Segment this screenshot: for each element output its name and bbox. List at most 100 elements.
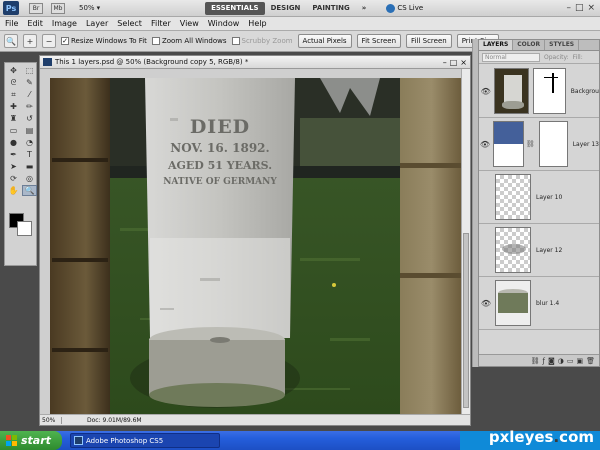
workspace-design[interactable]: DESIGN <box>265 2 307 15</box>
healing-brush-icon[interactable]: ✚ <box>6 101 21 112</box>
close-icon[interactable]: × <box>587 3 595 13</box>
menu-layer[interactable]: Layer <box>86 19 108 28</box>
link-icon: ⛓ <box>525 140 535 148</box>
eyedropper-tool-icon[interactable]: ⁄ <box>22 89 37 100</box>
crop-tool-icon[interactable]: ⌗ <box>6 89 21 100</box>
zoom-in-icon[interactable]: + <box>23 34 37 48</box>
resize-windows-checkbox[interactable]: ✓ Resize Windows To Fit <box>61 37 147 45</box>
zoom-tool-icon[interactable]: 🔍 <box>22 185 37 196</box>
fill-screen-button[interactable]: Fill Screen <box>406 34 452 48</box>
lasso-tool-icon[interactable]: ᘓ <box>6 77 21 88</box>
maximize-icon[interactable]: □ <box>450 58 458 67</box>
layer-row[interactable]: 👁 Backgrou <box>479 65 599 118</box>
zoom-out-icon[interactable]: − <box>42 34 56 48</box>
menu-view[interactable]: View <box>180 19 199 28</box>
menu-file[interactable]: File <box>5 19 18 28</box>
bridge-button[interactable]: Br <box>29 2 43 14</box>
menu-help[interactable]: Help <box>248 19 266 28</box>
color-swatches <box>9 213 33 237</box>
scrollbar-thumb[interactable] <box>463 233 469 408</box>
fit-screen-button[interactable]: Fit Screen <box>356 34 402 48</box>
document-tab[interactable]: This 1 layers.psd @ 50% (Background copy… <box>40 56 470 69</box>
scrubby-zoom-checkbox[interactable]: Scrubby Zoom <box>231 37 293 45</box>
blend-mode-select[interactable]: Normal <box>482 52 540 62</box>
3d-orbit-icon[interactable]: ◎ <box>22 173 37 184</box>
zoom-all-label: Zoom All Windows <box>161 37 227 45</box>
layer-row[interactable]: 👁 blur 1.4 <box>479 277 599 330</box>
start-button[interactable]: start <box>0 431 62 450</box>
menu-select[interactable]: Select <box>117 19 142 28</box>
status-zoom[interactable]: 50% <box>40 416 62 424</box>
dodge-tool-icon[interactable]: ◔ <box>22 137 37 148</box>
background-color-swatch[interactable] <box>17 221 32 236</box>
new-layer-icon[interactable]: ▣ <box>576 357 583 365</box>
minimize-icon[interactable]: – <box>566 3 571 13</box>
layer-row[interactable]: 👁 ⛓ Layer 13 <box>479 118 599 171</box>
status-doc-size[interactable]: Doc: 9.01M/89.6M <box>62 417 142 424</box>
actual-pixels-button[interactable]: Actual Pixels <box>297 34 352 48</box>
tab-layers[interactable]: LAYERS <box>479 40 514 50</box>
tab-color[interactable]: COLOR <box>513 40 546 50</box>
zoom-level-value: 50% <box>79 4 95 12</box>
layer-thumbnail <box>495 280 531 326</box>
new-group-icon[interactable]: ▭ <box>567 357 574 365</box>
3d-rotate-icon[interactable]: ⟳ <box>6 173 21 184</box>
taskbar-item-photoshop[interactable]: Adobe Photoshop CS5 <box>70 433 220 448</box>
scrubby-zoom-label: Scrubby Zoom <box>241 37 293 45</box>
path-select-icon[interactable]: ➤ <box>6 161 21 172</box>
brush-tool-icon[interactable]: ✏ <box>22 101 37 112</box>
layers-panel-footer: ⛓ ƒ ◙ ◑ ▭ ▣ 🗑 <box>479 354 599 366</box>
maximize-icon[interactable]: □ <box>575 3 584 13</box>
vertical-scrollbar[interactable] <box>461 69 470 415</box>
zoom-all-windows-checkbox[interactable]: Zoom All Windows <box>151 37 227 45</box>
eye-icon[interactable]: 👁 <box>479 299 493 308</box>
pen-tool-icon[interactable]: ✒ <box>6 149 21 160</box>
cs-live-button[interactable]: CS Live <box>386 3 423 13</box>
gradient-tool-icon[interactable]: ▤ <box>22 125 37 136</box>
menu-image[interactable]: Image <box>52 19 77 28</box>
eye-hidden-icon[interactable]: ▢ <box>479 193 493 202</box>
menu-filter[interactable]: Filter <box>151 19 171 28</box>
layer-row[interactable]: ▢ Layer 12 <box>479 224 599 277</box>
workspace-essentials[interactable]: ESSENTIALS <box>205 1 265 15</box>
close-icon[interactable]: × <box>460 58 467 67</box>
mini-bridge-button[interactable]: Mb <box>51 2 65 14</box>
photoshop-icon <box>74 436 83 445</box>
clone-stamp-icon[interactable]: ♜ <box>6 113 21 124</box>
history-brush-icon[interactable]: ↺ <box>22 113 37 124</box>
workspace-painting[interactable]: PAINTING <box>306 2 355 15</box>
link-layers-icon[interactable]: ⛓ <box>531 357 540 365</box>
zoom-tool-preset-icon[interactable]: 🔍 <box>4 34 18 48</box>
stone-text-date: NOV. 16. 1892. <box>170 141 270 155</box>
tab-styles[interactable]: STYLES <box>545 40 580 50</box>
adjustment-layer-icon[interactable]: ◑ <box>558 357 564 365</box>
fill-label: Fill: <box>572 53 583 61</box>
layer-name: Layer 13 <box>572 140 599 148</box>
shape-tool-icon[interactable]: ▬ <box>22 161 37 172</box>
menu-window[interactable]: Window <box>208 19 240 28</box>
watermark-part-b: com <box>559 428 594 446</box>
image-canvas[interactable]: DIED NOV. 16. 1892. AGED 51 YEARS. NATIV… <box>50 78 463 415</box>
document-window: This 1 layers.psd @ 50% (Background copy… <box>39 55 471 426</box>
hand-tool-icon[interactable]: ✋ <box>6 185 21 196</box>
trash-icon[interactable]: 🗑 <box>586 357 595 365</box>
marquee-tool-icon[interactable]: ⬚ <box>22 65 37 76</box>
zoom-level-select[interactable]: 50% ▾ <box>79 4 100 12</box>
type-tool-icon[interactable]: T <box>22 149 37 160</box>
cs-live-icon <box>386 3 396 13</box>
blur-tool-icon[interactable]: ● <box>6 137 21 148</box>
move-tool-icon[interactable]: ✥ <box>6 65 21 76</box>
menu-edit[interactable]: Edit <box>27 19 43 28</box>
photoshop-logo: Ps <box>3 1 19 15</box>
eraser-tool-icon[interactable]: ▭ <box>6 125 21 136</box>
panel-tabs: LAYERS COLOR STYLES <box>479 40 599 51</box>
eye-hidden-icon[interactable]: ▢ <box>479 246 493 255</box>
eye-icon[interactable]: 👁 <box>479 87 492 96</box>
add-mask-icon[interactable]: ◙ <box>548 357 555 365</box>
quick-select-tool-icon[interactable]: ✎ <box>22 77 37 88</box>
layer-row[interactable]: ▢ Layer 10 <box>479 171 599 224</box>
fx-icon[interactable]: ƒ <box>542 357 544 365</box>
eye-icon[interactable]: 👁 <box>479 140 491 149</box>
more-workspaces-icon[interactable]: » <box>356 2 373 15</box>
minimize-icon[interactable]: – <box>443 58 447 67</box>
